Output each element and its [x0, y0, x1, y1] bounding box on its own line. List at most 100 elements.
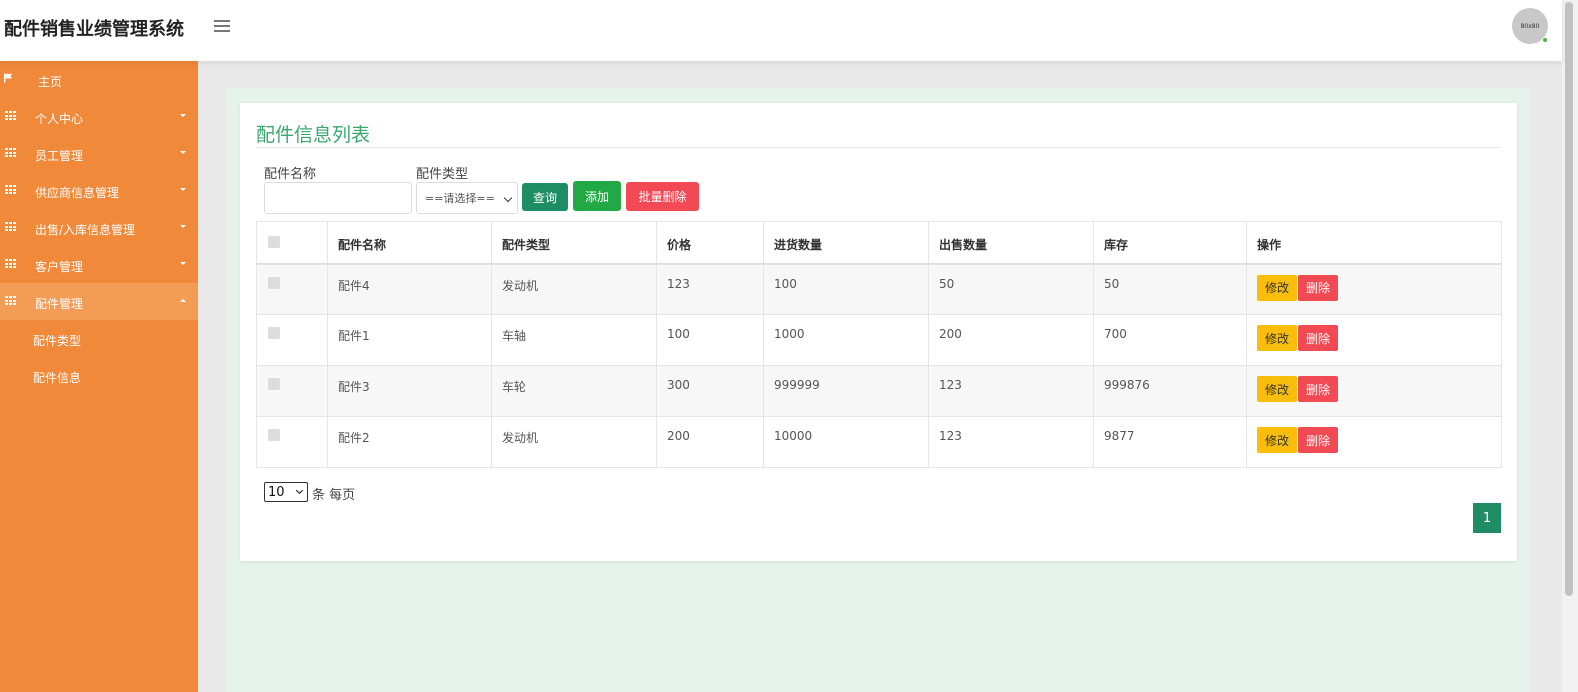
column-header: 操作	[1246, 221, 1502, 265]
row-checkbox[interactable]	[268, 429, 280, 441]
cell-stock: 50	[1093, 263, 1247, 315]
flag-icon	[4, 73, 13, 83]
edit-button[interactable]: 修改	[1257, 376, 1297, 402]
sidebar-item-label: 员工管理	[35, 149, 84, 163]
menu-toggle-icon[interactable]	[214, 20, 230, 34]
grid-icon	[5, 296, 16, 306]
caret-down-icon	[180, 151, 186, 154]
add-button[interactable]: 添加	[573, 181, 621, 211]
delete-button[interactable]: 删除	[1298, 376, 1338, 402]
cell-name: 配件4	[327, 263, 492, 315]
vertical-scrollbar[interactable]	[1562, 0, 1578, 692]
part-name-label: 配件名称	[264, 167, 317, 182]
cell-sold: 50	[928, 263, 1094, 315]
cell-actions: 修改 删除	[1246, 314, 1502, 366]
cell-type: 车轮	[491, 365, 657, 417]
per-page-label: 条 每页	[312, 488, 356, 503]
avatar[interactable]: 80x80	[1512, 8, 1548, 44]
chevron-down-icon	[503, 193, 513, 203]
caret-down-icon	[180, 225, 186, 228]
sidebar-subitem-part-type[interactable]: 配件类型	[0, 320, 198, 357]
sidebar-item-supplier[interactable]: 供应商信息管理	[0, 172, 198, 209]
cell-type: 发动机	[491, 263, 657, 315]
edit-button[interactable]: 修改	[1257, 325, 1297, 351]
caret-down-icon	[180, 114, 186, 117]
page-button-current[interactable]: 1	[1473, 503, 1501, 533]
table-row: 配件1 车轴 100 1000 200 700 修改 删除	[256, 314, 1502, 366]
page-size-select[interactable]: 10	[264, 482, 308, 502]
sidebar-item-label: 主页	[38, 75, 63, 89]
row-checkbox[interactable]	[268, 378, 280, 390]
cell-sold: 123	[928, 365, 1094, 417]
part-type-selected: ==请选择==	[425, 192, 495, 205]
cell-purchase: 999999	[763, 365, 929, 417]
sidebar-item-parts[interactable]: 配件管理	[0, 283, 198, 320]
part-type-label: 配件类型	[416, 167, 469, 182]
delete-button[interactable]: 删除	[1298, 325, 1338, 351]
grid-icon	[5, 259, 16, 269]
column-header: 价格	[656, 221, 764, 265]
bulk-delete-button[interactable]: 批量删除	[626, 182, 699, 211]
table-row: 配件3 车轮 300 999999 123 999876 修改 删除	[256, 365, 1502, 417]
sidebar-item-label: 个人中心	[35, 112, 84, 126]
cell-sold: 200	[928, 314, 1094, 366]
cell-price: 100	[656, 314, 764, 366]
divider	[256, 147, 1501, 148]
cell-stock: 9877	[1093, 416, 1247, 468]
sidebar-subitem-label: 配件类型	[33, 334, 82, 348]
delete-button[interactable]: 删除	[1298, 274, 1338, 301]
sidebar-item-sales-stock[interactable]: 出售/入库信息管理	[0, 209, 198, 246]
sidebar-item-label: 供应商信息管理	[35, 186, 120, 200]
cell-purchase: 10000	[763, 416, 929, 468]
cell-price: 300	[656, 365, 764, 417]
edit-button[interactable]: 修改	[1257, 427, 1297, 453]
table-row: 配件2 发动机 200 10000 123 9877 修改 删除	[256, 416, 1502, 468]
cell-sold: 123	[928, 416, 1094, 468]
sidebar-subitem-label: 配件信息	[33, 371, 82, 385]
table-row: 配件4 发动机 123 100 50 50 修改 删除	[256, 263, 1502, 315]
sidebar-item-label: 客户管理	[35, 260, 84, 274]
sidebar-item-home[interactable]: 主页	[0, 61, 198, 98]
sidebar-item-employee[interactable]: 员工管理	[0, 135, 198, 172]
part-type-select[interactable]: ==请选择==	[416, 182, 518, 214]
caret-up-icon	[180, 299, 186, 302]
row-checkbox[interactable]	[268, 276, 280, 289]
cell-actions: 修改 删除	[1246, 416, 1502, 468]
column-header: 配件类型	[491, 221, 657, 265]
chevron-down-icon	[295, 486, 304, 495]
sidebar-item-personal-center[interactable]: 个人中心	[0, 98, 198, 135]
avatar-placeholder-text: 80x80	[1520, 22, 1540, 30]
column-header: 库存	[1093, 221, 1247, 265]
grid-icon	[5, 185, 16, 195]
cell-purchase: 100	[763, 263, 929, 315]
scrollbar-thumb[interactable]	[1565, 2, 1573, 596]
query-button[interactable]: 查询	[522, 183, 568, 211]
page-title: 配件信息列表	[256, 124, 371, 146]
page-size-value: 10	[268, 484, 285, 500]
column-header: 配件名称	[327, 221, 492, 265]
edit-button[interactable]: 修改	[1257, 274, 1297, 301]
grid-icon	[5, 111, 16, 121]
sidebar: 主页 个人中心 员工管理 供应商信息管理 出售/入库信息管理 客户管理 配件管理…	[0, 61, 198, 692]
select-all-cell	[256, 221, 328, 265]
cell-name: 配件3	[327, 365, 492, 417]
cell-purchase: 1000	[763, 314, 929, 366]
parts-table: 配件名称 配件类型 价格 进货数量 出售数量 库存 操作 配件4 发动机 123…	[256, 221, 1502, 468]
grid-icon	[5, 148, 16, 158]
sidebar-item-label: 出售/入库信息管理	[35, 223, 136, 237]
online-status-dot	[1542, 37, 1548, 43]
sidebar-item-customer[interactable]: 客户管理	[0, 246, 198, 283]
top-header: 配件销售业绩管理系统 80x80	[0, 0, 1562, 61]
delete-button[interactable]: 删除	[1298, 427, 1338, 453]
cell-type: 车轴	[491, 314, 657, 366]
select-all-checkbox[interactable]	[268, 236, 280, 248]
row-checkbox[interactable]	[268, 327, 280, 339]
cell-price: 200	[656, 416, 764, 468]
sidebar-item-label: 配件管理	[35, 297, 84, 311]
cell-stock: 999876	[1093, 365, 1247, 417]
cell-name: 配件1	[327, 314, 492, 366]
caret-down-icon	[180, 262, 186, 265]
sidebar-subitem-part-info[interactable]: 配件信息	[0, 357, 198, 394]
part-name-input[interactable]	[264, 182, 412, 214]
grid-icon	[5, 222, 16, 232]
